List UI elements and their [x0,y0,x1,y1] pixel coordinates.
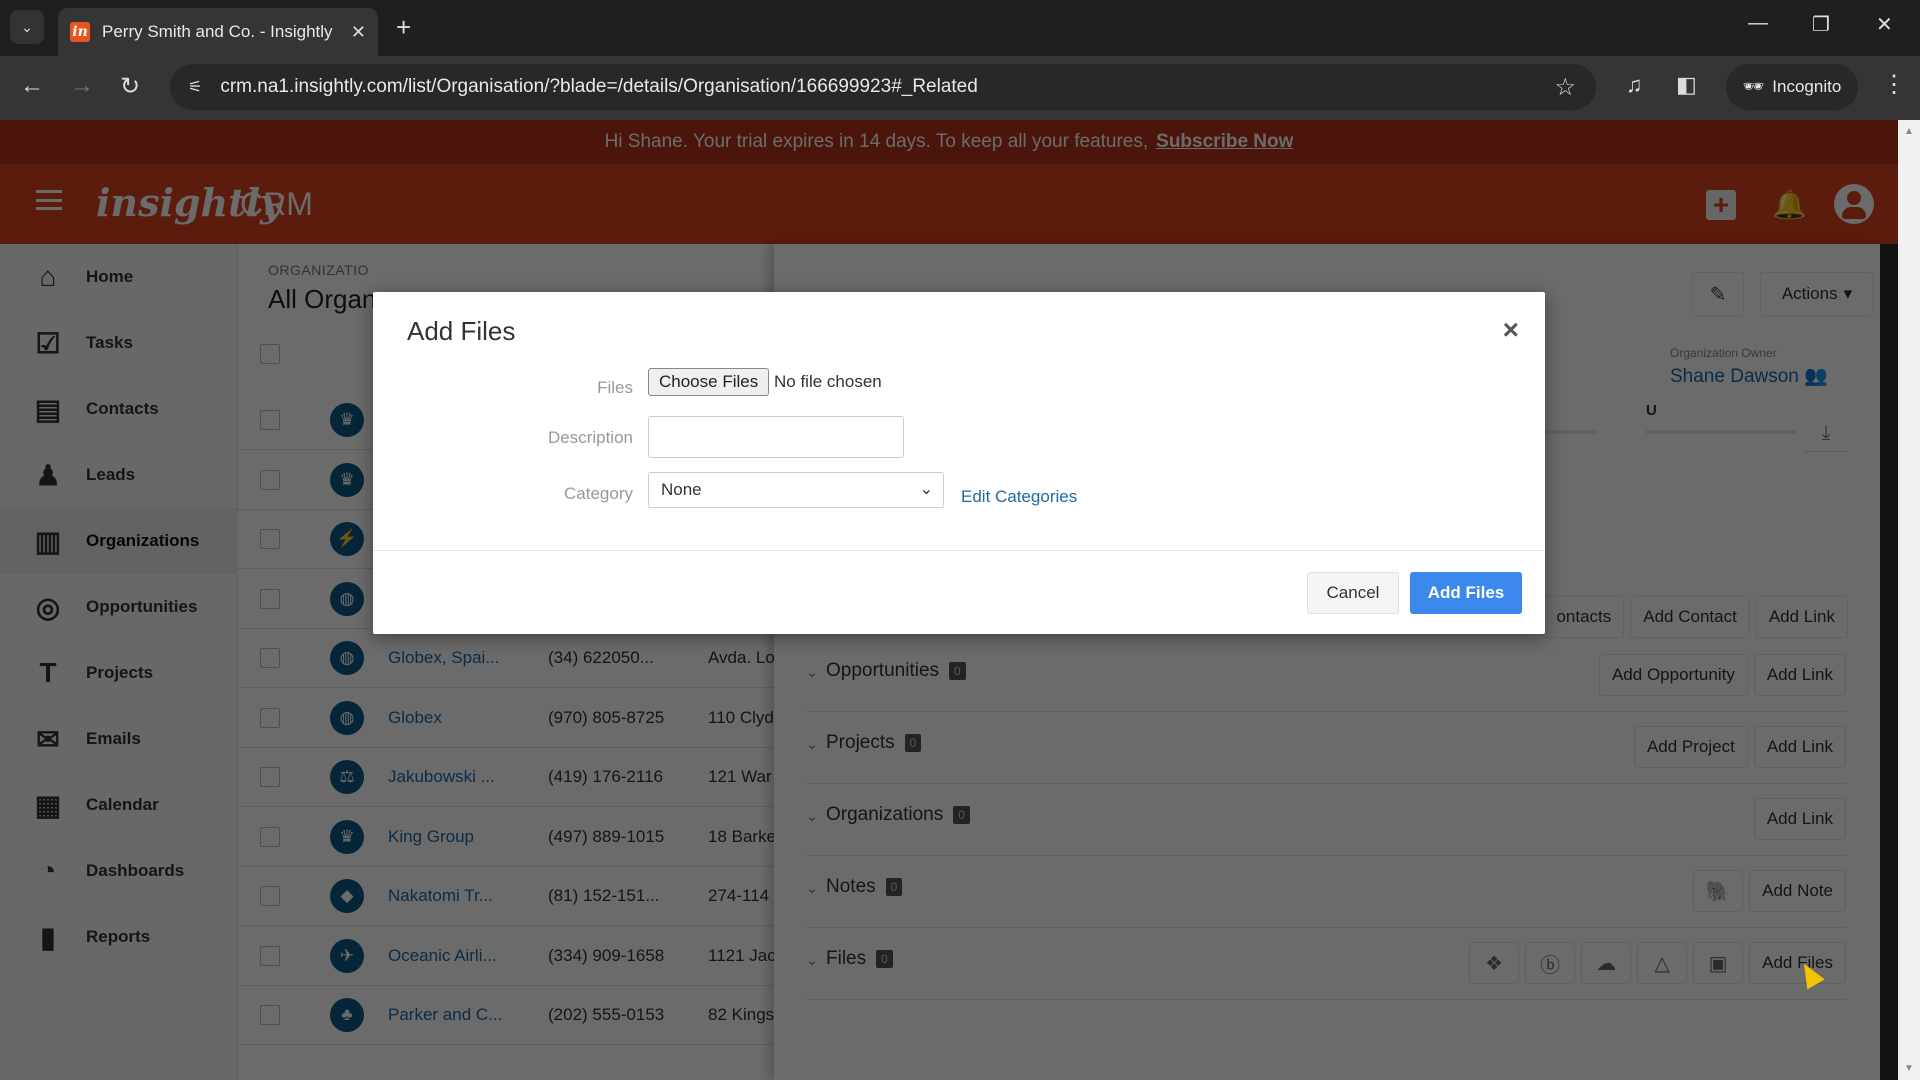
browser-tab[interactable]: in Perry Smith and Co. - Insightly ✕ [58,8,378,56]
minimize-icon[interactable]: — [1748,12,1768,35]
back-icon[interactable]: ← [20,72,44,100]
dialog-divider [373,550,1545,551]
bookmark-star-icon[interactable]: ☆ [1554,73,1576,102]
category-value: None [661,480,702,499]
description-label: Description [547,428,633,447]
tab-title: Perry Smith and Co. - Insightly [102,22,333,41]
scroll-down-icon[interactable]: ▼ [1904,1063,1914,1074]
choose-files-button[interactable]: Choose Files [648,368,770,396]
incognito-icon: 🕶 [1742,77,1765,96]
close-icon[interactable]: × [1503,316,1519,344]
forward-icon[interactable]: → [70,72,94,100]
site-info-icon[interactable]: ⚟ [188,77,202,97]
url-text: crm.na1.insightly.com/list/Organisation/… [220,76,978,97]
close-tab-icon[interactable]: ✕ [351,22,366,43]
scroll-up-icon[interactable]: ▲ [1904,126,1914,137]
insightly-favicon-icon: in [70,22,90,42]
add-files-submit-button[interactable]: Add Files [1410,572,1522,614]
close-window-icon[interactable]: ✕ [1876,12,1893,37]
restore-icon[interactable]: ❐ [1812,12,1830,37]
page: Hi Shane. Your trial expires in 14 days.… [0,120,1898,1080]
incognito-indicator[interactable]: 🕶 Incognito [1726,64,1858,110]
no-file-chosen-text: No file chosen [774,372,882,391]
page-scrollbar[interactable]: ▲ ▼ [1898,120,1920,1080]
files-label: Files [597,378,633,397]
tab-search-button[interactable]: ⌄ [10,10,44,44]
new-tab-button[interactable]: + [396,12,411,43]
category-select[interactable]: None ⌄ [648,472,944,508]
side-panel-icon[interactable]: ◧ [1676,72,1697,98]
description-input[interactable] [648,416,904,458]
edit-categories-link[interactable]: Edit Categories [961,487,1077,507]
reload-icon[interactable]: ↻ [120,72,140,101]
incognito-label: Incognito [1772,77,1842,96]
media-control-icon[interactable]: ♫ [1626,72,1643,98]
category-label: Category [564,484,633,503]
browser-menu-icon[interactable]: ⋮ [1882,70,1906,99]
dialog-title: Add Files [407,316,516,346]
add-files-dialog: Add Files × Files Choose Files No file c… [373,292,1545,634]
chevron-down-icon: ⌄ [919,481,933,498]
cancel-button[interactable]: Cancel [1307,572,1399,614]
address-bar[interactable]: ⚟ crm.na1.insightly.com/list/Organisatio… [170,64,1596,110]
browser-toolbar: ← → ↻ ⚟ crm.na1.insightly.com/list/Organ… [0,56,1920,120]
browser-tab-bar: ⌄ in Perry Smith and Co. - Insightly ✕ +… [0,0,1920,56]
